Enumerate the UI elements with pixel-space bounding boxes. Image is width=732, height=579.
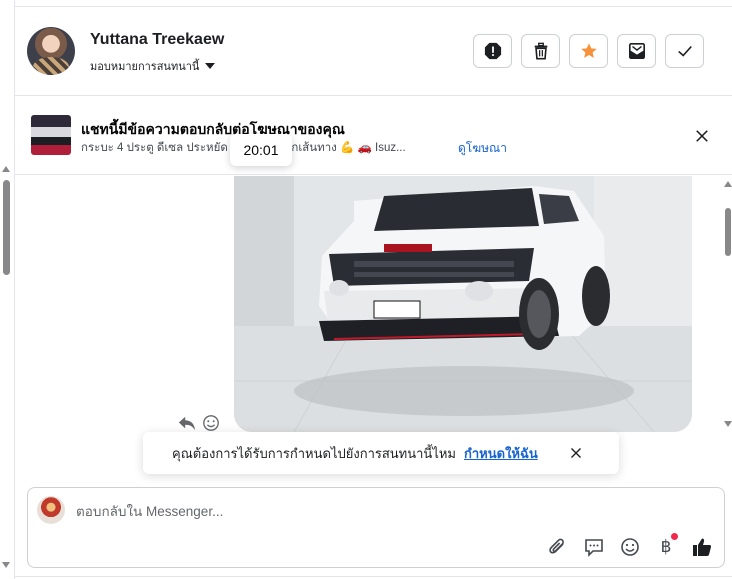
paperclip-icon xyxy=(549,538,564,554)
conversation-header: Yuttana Treekaew มอบหมายการสนทนานี้ xyxy=(15,7,732,96)
view-ad-link[interactable]: ดูโฆษณา xyxy=(458,139,507,158)
contact-name[interactable]: Yuttana Treekaew xyxy=(90,31,224,49)
envelope-icon xyxy=(628,42,645,60)
chat-bubble-icon xyxy=(585,539,603,557)
assign-label: มอบหมายการสนทนานี้ xyxy=(90,61,200,73)
close-icon xyxy=(696,130,708,142)
close-icon xyxy=(571,448,581,458)
composer-tools: ฿ xyxy=(546,533,714,559)
spam-button[interactable] xyxy=(473,34,512,68)
caret-down-icon xyxy=(205,63,216,69)
bottom-divider xyxy=(14,576,732,577)
ad-thumbnail[interactable] xyxy=(31,115,71,155)
scroll-up-arrow-icon[interactable] xyxy=(2,166,10,172)
thumbs-up-icon xyxy=(693,538,712,556)
contact-avatar[interactable] xyxy=(27,27,75,75)
check-icon xyxy=(677,45,692,57)
like-button[interactable] xyxy=(690,535,714,559)
done-button[interactable] xyxy=(665,34,704,68)
scroll-down-arrow-icon[interactable] xyxy=(2,562,10,568)
react-emoji-icon[interactable] xyxy=(202,414,220,432)
close-toast-button[interactable] xyxy=(567,444,585,462)
delete-button[interactable] xyxy=(521,34,560,68)
emoji-icon xyxy=(621,538,639,556)
timestamp-tooltip: 20:01 xyxy=(230,134,292,166)
baht-icon: ฿ xyxy=(660,537,672,557)
notification-dot xyxy=(671,533,678,540)
trash-icon xyxy=(534,42,547,60)
star-button[interactable] xyxy=(569,34,608,68)
ad-reply-banner: แชทนี้มีข้อความตอบกลับต่อโฆษณาของคุณ กระ… xyxy=(15,97,732,175)
payment-button[interactable]: ฿ xyxy=(654,533,678,559)
pickup-truck-image xyxy=(234,176,692,432)
message-composer: ฿ xyxy=(27,487,725,568)
saved-replies-button[interactable] xyxy=(582,535,606,559)
close-banner-button[interactable] xyxy=(690,124,714,148)
assign-prompt-text: คุณต้องการได้รับการกำหนดไปยังการสนทนานี้… xyxy=(172,445,456,461)
exclamation-icon xyxy=(484,42,501,60)
scrollbar-thumb[interactable] xyxy=(725,208,731,256)
assign-to-me-link[interactable]: กำหนดให้ฉัน xyxy=(464,443,538,464)
reply-icon[interactable] xyxy=(178,414,196,432)
reply-input[interactable] xyxy=(76,504,636,519)
scroll-down-arrow-icon[interactable] xyxy=(724,421,732,427)
scroll-up-arrow-icon[interactable] xyxy=(724,181,732,187)
ad-banner-title: แชทนี้มีข้อความตอบกลับต่อโฆษณาของคุณ xyxy=(81,121,345,137)
message-actions xyxy=(178,414,220,432)
mark-unread-button[interactable] xyxy=(617,34,656,68)
page-avatar xyxy=(37,496,65,524)
scrollbar-thumb[interactable] xyxy=(3,180,10,275)
ad-banner-subtitle: กระบะ 4 ประตู ดีเซล ประหยัด อึ ัพร้อมลุย… xyxy=(81,142,406,154)
assign-dropdown[interactable]: มอบหมายการสนทนานี้ xyxy=(90,57,216,75)
photo-message[interactable] xyxy=(234,176,692,432)
emoji-button[interactable] xyxy=(618,535,642,559)
attach-button[interactable] xyxy=(546,535,570,559)
star-icon xyxy=(580,43,597,58)
assign-prompt-toast: คุณต้องการได้รับการกำหนดไปยังการสนทนานี้… xyxy=(143,432,619,474)
